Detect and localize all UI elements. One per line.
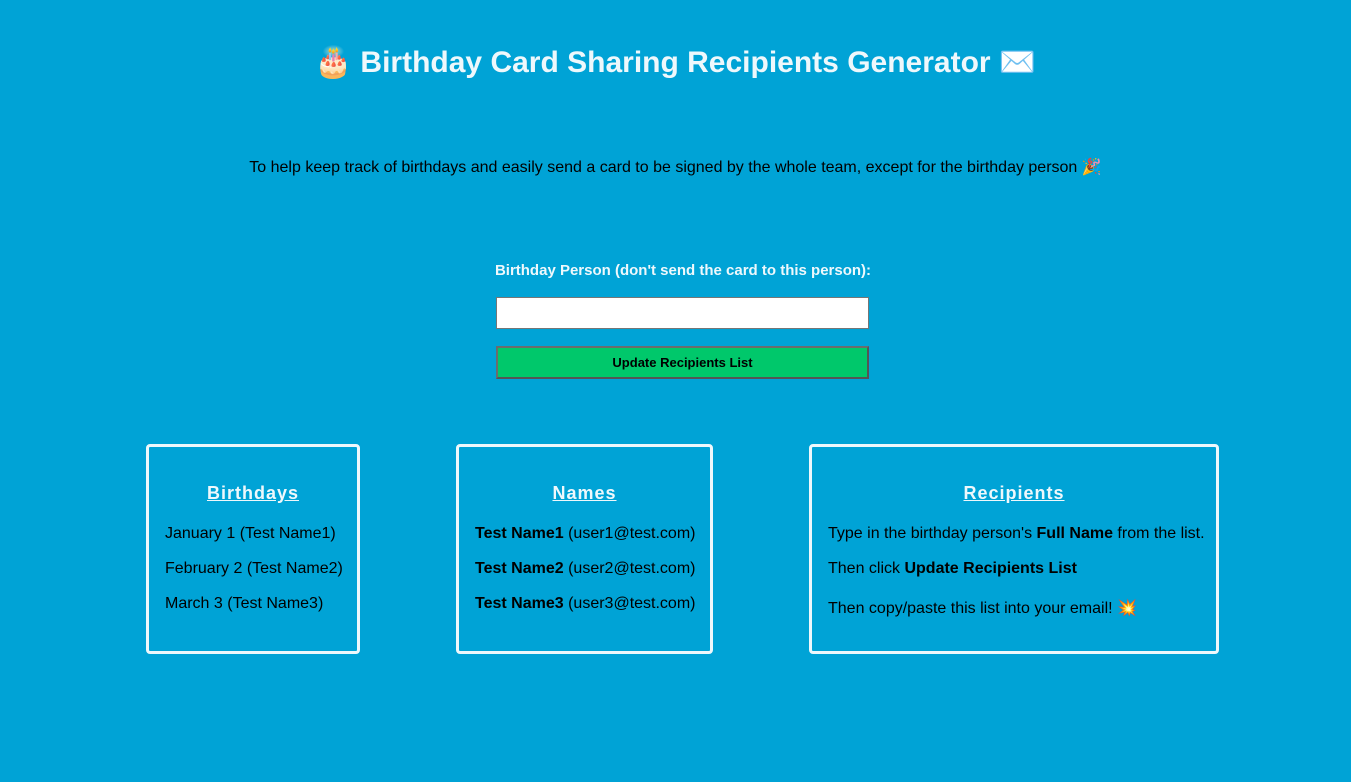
instruction-text: Then copy/paste this list into your emai… bbox=[828, 600, 1113, 617]
collision-icon: 💥 bbox=[1117, 600, 1137, 617]
instruction-line: Type in the birthday person's Full Name … bbox=[828, 524, 1212, 559]
birthday-cake-icon: 🎂 bbox=[314, 46, 353, 79]
page-title: 🎂 Birthday Card Sharing Recipients Gener… bbox=[0, 40, 1351, 86]
birthdays-list: January 1 (Test Name1) February 2 (Test … bbox=[165, 524, 353, 629]
list-item: Test Name1 (user1@test.com) bbox=[475, 524, 706, 559]
instruction-text: from the list. bbox=[1112, 525, 1205, 542]
person-email: (user3@test.com) bbox=[568, 595, 696, 612]
person-name: Test Name3 bbox=[475, 595, 564, 612]
instruction-text: Type in the birthday person's bbox=[828, 525, 1037, 542]
instruction-line: Then click Update Recipients List bbox=[828, 559, 1212, 594]
names-heading: Names bbox=[552, 483, 617, 503]
birthday-person-label: Birthday Person (don't send the card to … bbox=[494, 262, 872, 279]
list-item: February 2 (Test Name2) bbox=[165, 560, 343, 577]
instruction-bold: Update Recipients List bbox=[904, 560, 1077, 577]
update-recipients-button[interactable]: Update Recipients List bbox=[496, 346, 869, 379]
list-item: March 3 (Test Name3) bbox=[165, 595, 324, 612]
recipients-instructions: Type in the birthday person's Full Name … bbox=[828, 524, 1212, 634]
page: 🎂 Birthday Card Sharing Recipients Gener… bbox=[0, 0, 1351, 782]
person-email: (user1@test.com) bbox=[568, 525, 696, 542]
subtitle-text: To help keep track of birthdays and easi… bbox=[249, 159, 1078, 176]
envelope-icon: ✉️ bbox=[998, 46, 1037, 79]
names-card: Names Test Name1 (user1@test.com) Test N… bbox=[456, 444, 713, 654]
instruction-bold: Full Name bbox=[1036, 525, 1113, 542]
recipients-heading: Recipients bbox=[963, 483, 1065, 503]
recipients-card: Recipients Type in the birthday person's… bbox=[809, 444, 1219, 654]
names-list: Test Name1 (user1@test.com) Test Name2 (… bbox=[475, 524, 706, 629]
list-item: Test Name3 (user3@test.com) bbox=[475, 594, 706, 629]
person-name: Test Name2 bbox=[475, 560, 564, 577]
instruction-text: Then click bbox=[828, 560, 905, 577]
birthday-person-input[interactable] bbox=[496, 297, 869, 329]
page-subtitle: To help keep track of birthdays and easi… bbox=[0, 158, 1351, 178]
party-popper-icon: 🎉 bbox=[1081, 159, 1102, 176]
birthdays-heading: Birthdays bbox=[206, 483, 300, 503]
list-item: January 1 (Test Name1) bbox=[165, 525, 336, 542]
birthdays-card: Birthdays January 1 (Test Name1) Februar… bbox=[146, 444, 360, 654]
page-title-text: Birthday Card Sharing Recipients Generat… bbox=[360, 46, 991, 79]
person-name: Test Name1 bbox=[475, 525, 564, 542]
person-email: (user2@test.com) bbox=[568, 560, 696, 577]
list-item: Test Name2 (user2@test.com) bbox=[475, 559, 706, 594]
instruction-line: Then copy/paste this list into your emai… bbox=[828, 599, 1212, 634]
